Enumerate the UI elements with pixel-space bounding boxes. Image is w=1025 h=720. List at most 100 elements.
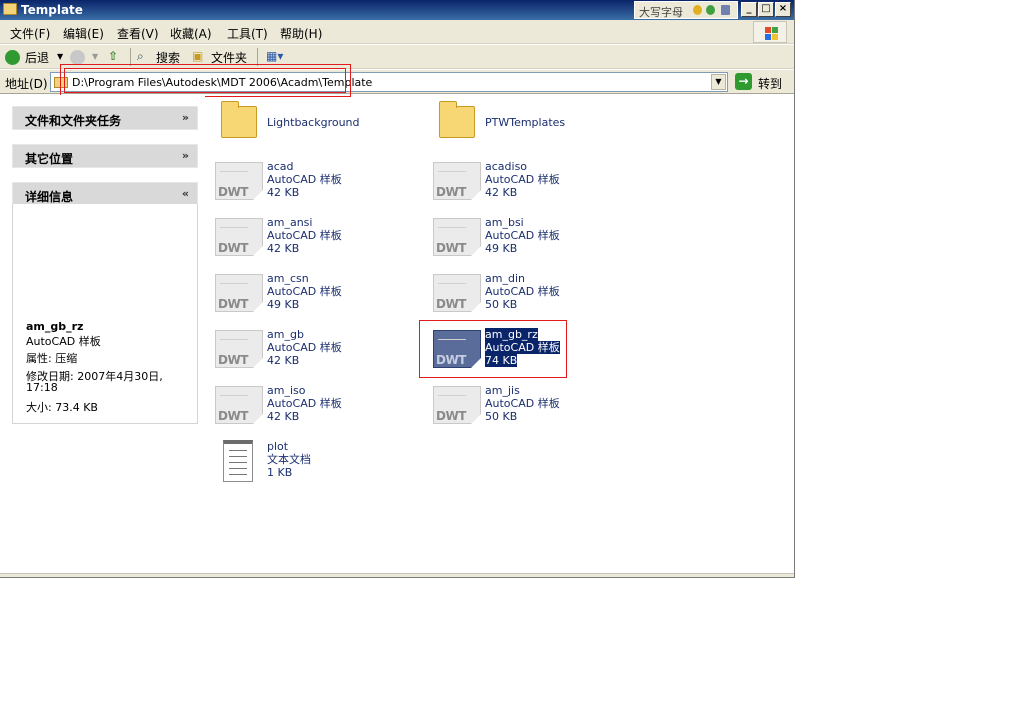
window-title: Template [21,3,83,17]
item-type: AutoCAD 样板 [267,341,342,354]
dwt-icon-label: DWT [436,241,466,255]
menu-file[interactable]: 文件(F) [10,25,50,42]
views-icon[interactable]: ▦▾ [266,49,283,63]
item-name: am_bsi [485,216,524,229]
page-corner-icon [253,246,263,256]
folder-item[interactable]: Lightbackground [215,101,415,148]
back-arrow-icon[interactable] [5,50,20,65]
details-modified-time: 17:18 [26,381,58,394]
windows-logo-icon [753,21,787,43]
dwt-icon-label: DWT [218,353,248,367]
page-corner-icon [471,190,481,200]
item-name: am_iso [267,384,306,397]
item-type: AutoCAD 样板 [267,397,342,410]
item-size: 1 KB [267,466,293,479]
expand-chevron-icon[interactable]: » [182,111,189,124]
file-item[interactable]: DWT am_iso AutoCAD 样板 42 KB [215,384,415,430]
menu-tools[interactable]: 工具(T) [227,25,268,42]
back-dropdown-icon[interactable]: ▼ [57,52,63,61]
moon-icon[interactable] [693,5,702,15]
dwt-icon-label: DWT [436,409,466,423]
file-item[interactable]: DWT am_jis AutoCAD 样板 50 KB [433,384,633,430]
dwt-template-icon: DWT [433,162,481,200]
menu-view[interactable]: 查看(V) [117,25,159,42]
file-item[interactable]: DWT acadiso AutoCAD 样板 42 KB [433,160,633,206]
folder-icon [3,3,17,15]
file-item[interactable]: plot 文本文档 1 KB [215,440,415,486]
item-name: am_ansi [267,216,313,229]
ime-caps-label: 大写字母 [639,6,683,19]
item-size: 42 KB [267,186,300,199]
folder-icon [221,101,257,138]
dwt-template-icon: DWT [433,218,481,256]
file-folder-tasks-header[interactable]: 文件和文件夹任务 » [12,106,198,130]
file-item[interactable]: DWT am_bsi AutoCAD 样板 49 KB [433,216,633,262]
task-title: 详细信息 [25,190,74,204]
back-button[interactable]: 后退 [25,49,49,66]
details-type: AutoCAD 样板 [26,335,101,348]
menu-bar: 文件(F) 编辑(E) 查看(V) 收藏(A) 工具(T) 帮助(H) [0,20,794,44]
selection-highlight-box [419,320,567,378]
dots-icon[interactable] [706,5,715,15]
forward-dropdown-icon[interactable]: ▼ [92,52,98,61]
file-item[interactable]: DWT am_csn AutoCAD 样板 49 KB [215,272,415,318]
file-item[interactable]: DWT am_din AutoCAD 样板 50 KB [433,272,633,318]
explorer-window: Template 大写字母 _ □ × 文件(F) 编辑(E) 查看(V) 收藏… [0,0,795,578]
maximize-button[interactable]: □ [758,2,774,17]
folder-item[interactable]: PTWTemplates [433,101,633,148]
dwt-template-icon: DWT [433,386,481,424]
menu-edit[interactable]: 编辑(E) [63,25,104,42]
menu-favorites[interactable]: 收藏(A) [170,25,212,42]
address-dropdown-icon[interactable]: ▼ [711,74,726,90]
dwt-template-icon: DWT [215,386,263,424]
forward-arrow-icon[interactable] [70,50,85,65]
dwt-icon-label: DWT [218,241,248,255]
page-corner-icon [253,358,263,368]
text-document-icon [223,440,253,482]
item-name: am_csn [267,272,309,285]
item-name: acadiso [485,160,528,173]
details-header[interactable]: 详细信息 « [12,182,198,206]
item-name: PTWTemplates [485,116,566,129]
up-folder-icon[interactable]: ⇧ [108,49,118,63]
other-places-header[interactable]: 其它位置 » [12,144,198,168]
page-corner-icon [471,414,481,424]
title-bar[interactable]: Template 大写字母 _ □ × [0,0,794,20]
file-item[interactable]: DWT acad AutoCAD 样板 42 KB [215,160,415,206]
item-type: 文本文档 [267,453,311,466]
page-corner-icon [471,246,481,256]
dwt-icon-label: DWT [436,185,466,199]
item-type: AutoCAD 样板 [267,285,342,298]
ime-status-bar[interactable]: 大写字母 [634,1,738,19]
address-label: 地址(D) [5,77,48,91]
address-bar: 地址(D) D:\Program Files\Autodesk\MDT 2006… [0,64,794,97]
expand-chevron-icon[interactable]: » [182,149,189,162]
folder-icon [439,101,475,138]
dwt-template-icon: DWT [215,162,263,200]
search-icon[interactable]: ⌕ [137,49,144,64]
item-type: AutoCAD 样板 [485,285,560,298]
keyboard-icon[interactable] [721,5,730,15]
go-button[interactable]: → 转到 [734,72,789,92]
folders-icon[interactable]: ▣ [192,49,203,63]
task-title: 文件和文件夹任务 [25,114,122,128]
task-title: 其它位置 [25,152,74,166]
dwt-template-icon: DWT [215,330,263,368]
go-label: 转到 [758,77,783,91]
minimize-button[interactable]: _ [741,2,757,17]
file-item[interactable]: DWT am_gb AutoCAD 样板 42 KB [215,328,415,374]
item-size: 49 KB [267,298,300,311]
menu-help[interactable]: 帮助(H) [280,25,322,42]
item-name: am_din [485,272,525,285]
dwt-icon-label: DWT [218,185,248,199]
collapse-chevron-icon[interactable]: « [182,187,189,200]
details-size: 大小: 73.4 KB [26,401,98,414]
page-corner-icon [253,190,263,200]
dwt-icon-label: DWT [436,297,466,311]
file-item[interactable]: DWT am_ansi AutoCAD 样板 42 KB [215,216,415,262]
page-corner-icon [253,302,263,312]
item-type: AutoCAD 样板 [267,229,342,242]
item-size: 50 KB [485,298,518,311]
status-bar [0,573,794,577]
close-button[interactable]: × [775,2,791,17]
